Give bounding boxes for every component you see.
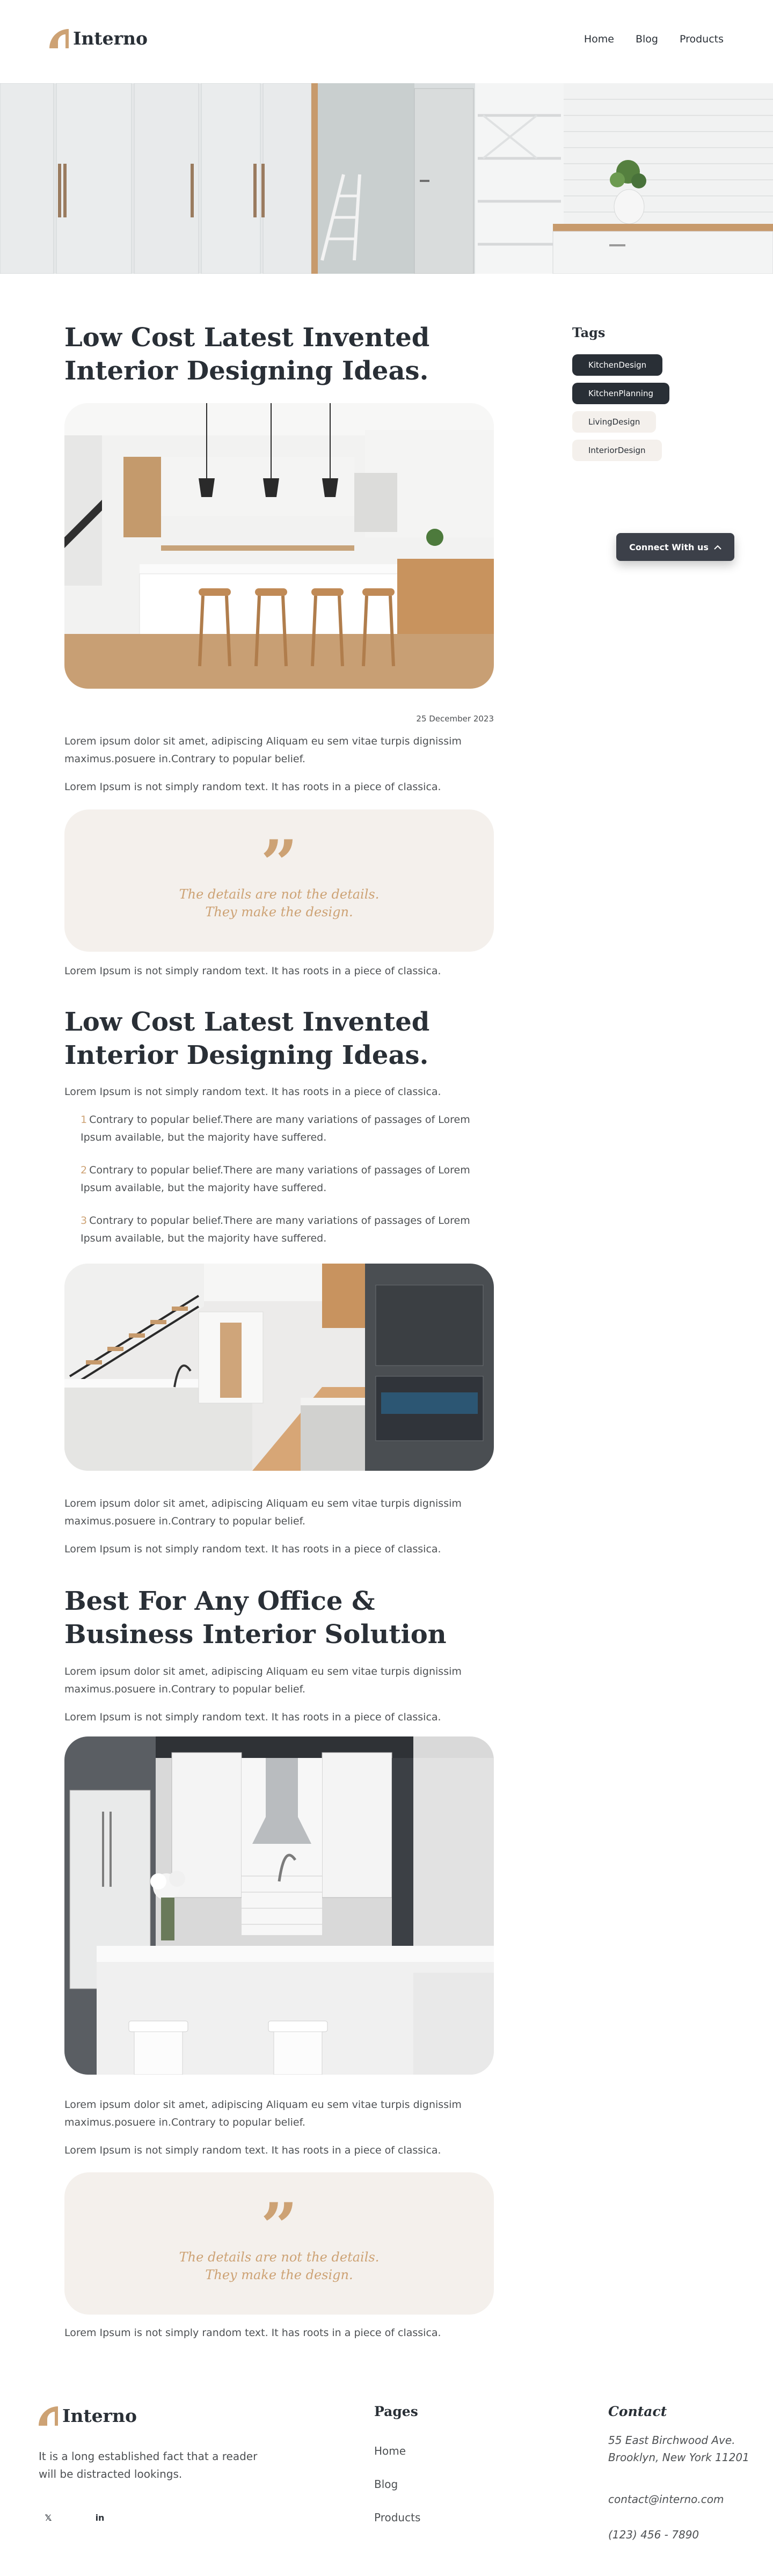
paragraph-10: Lorem Ipsum is not simply random text. I… xyxy=(64,2144,441,2156)
article-title-2: Low Cost Latest Invented Interior Design… xyxy=(64,1007,430,1070)
tag-kitchen-planning[interactable]: KitchenPlanning xyxy=(572,383,669,404)
nav-products-link[interactable]: Products xyxy=(680,33,724,45)
nav-blog-link[interactable]: Blog xyxy=(636,33,658,45)
quote-icon: ” xyxy=(260,832,298,878)
paragraph-11: Lorem Ipsum is not simply random text. I… xyxy=(64,2327,441,2339)
list-number: 3 xyxy=(81,1215,87,1227)
paragraph-2: Lorem Ipsum is not simply random text. I… xyxy=(64,781,441,793)
hero-image xyxy=(0,83,773,274)
footer-about: It is a long established fact that a rea… xyxy=(39,2450,258,2480)
quote-line-1: The details are not the details. xyxy=(179,887,380,902)
paragraph-1: Lorem ipsum dolor sit amet, adipiscing A… xyxy=(64,735,462,765)
kitchen-photo-3 xyxy=(64,1736,494,2075)
logo-icon xyxy=(39,2406,58,2426)
kitchen-photo-1 xyxy=(64,403,494,689)
logo-text: Interno xyxy=(73,28,148,49)
connect-label: Connect With us xyxy=(629,542,709,552)
paragraph-4: Lorem Ipsum is not simply random text. I… xyxy=(64,1086,441,1098)
footer-products-link[interactable]: Products xyxy=(374,2511,420,2524)
footer-home-link[interactable]: Home xyxy=(374,2444,406,2457)
kitchen-photo-2 xyxy=(64,1264,494,1471)
paragraph-8: Lorem Ipsum is not simply random text. I… xyxy=(64,1711,441,1723)
list-text: Contrary to popular belief.There are man… xyxy=(81,1215,470,1244)
list-text: Contrary to popular belief.There are man… xyxy=(81,1114,470,1143)
linkedin-icon[interactable]: in xyxy=(88,2506,112,2529)
quote-line-1: The details are not the details. xyxy=(179,2250,380,2265)
footer-phone[interactable]: (123) 456 - 7890 xyxy=(608,2526,759,2543)
paragraph-5: Lorem ipsum dolor sit amet, adipiscing A… xyxy=(64,1498,462,1527)
post-date: 25 December 2023 xyxy=(416,714,494,724)
tag-interior-design[interactable]: InteriorDesign xyxy=(572,440,662,461)
paragraph-9: Lorem ipsum dolor sit amet, adipiscing A… xyxy=(64,2099,462,2128)
quote-line-2: They make the design. xyxy=(205,2267,353,2282)
article-title-3: Best For Any Office & Business Interior … xyxy=(64,1586,447,1650)
quote-line-2: They make the design. xyxy=(205,904,353,920)
paragraph-7: Lorem ipsum dolor sit amet, adipiscing A… xyxy=(64,1666,462,1695)
paragraph-3: Lorem Ipsum is not simply random text. I… xyxy=(64,965,441,977)
twitter-icon[interactable]: 𝕏 xyxy=(37,2506,60,2529)
chevron-up-icon xyxy=(714,542,721,552)
list-number: 1 xyxy=(81,1114,87,1126)
footer-contact-heading: Contact xyxy=(608,2404,667,2419)
footer-email[interactable]: contact@interno.com xyxy=(608,2491,759,2508)
quote-block-1: ” The details are not the details. They … xyxy=(64,809,494,952)
logo-text: Interno xyxy=(62,2405,137,2426)
paragraph-6: Lorem Ipsum is not simply random text. I… xyxy=(64,1543,441,1555)
nav-home-link[interactable]: Home xyxy=(584,33,614,45)
list-text: Contrary to popular belief.There are man… xyxy=(81,1164,470,1194)
footer-blog-link[interactable]: Blog xyxy=(374,2478,398,2491)
list-number: 2 xyxy=(81,1164,87,1176)
quote-block-2: ” The details are not the details. They … xyxy=(64,2172,494,2315)
site-logo[interactable]: Interno xyxy=(49,28,148,49)
site-header: Interno Home Blog Products xyxy=(0,0,773,83)
connect-with-us-button[interactable]: Connect With us xyxy=(616,533,734,561)
tags-heading: Tags xyxy=(572,325,606,340)
quote-icon: ” xyxy=(260,2195,298,2241)
list-item: 3 Contrary to popular belief.There are ma… xyxy=(81,1212,494,1247)
footer-address: 55 East Birchwood Ave. Brooklyn, New Yor… xyxy=(608,2434,749,2464)
main-nav: Home Blog Products xyxy=(584,33,724,45)
article-title-1: Low Cost Latest Invented Interior Design… xyxy=(64,323,430,386)
tag-kitchen-design[interactable]: KitchenDesign xyxy=(572,354,663,376)
logo-icon xyxy=(49,28,69,48)
list-item: 1 Contrary to popular belief.There are ma… xyxy=(81,1111,494,1147)
footer-pages-heading: Pages xyxy=(374,2404,418,2419)
list-item: 2 Contrary to popular belief.There are ma… xyxy=(81,1162,494,1197)
tag-living-design[interactable]: LivingDesign xyxy=(572,411,657,433)
footer-logo[interactable]: Interno xyxy=(39,2405,137,2426)
